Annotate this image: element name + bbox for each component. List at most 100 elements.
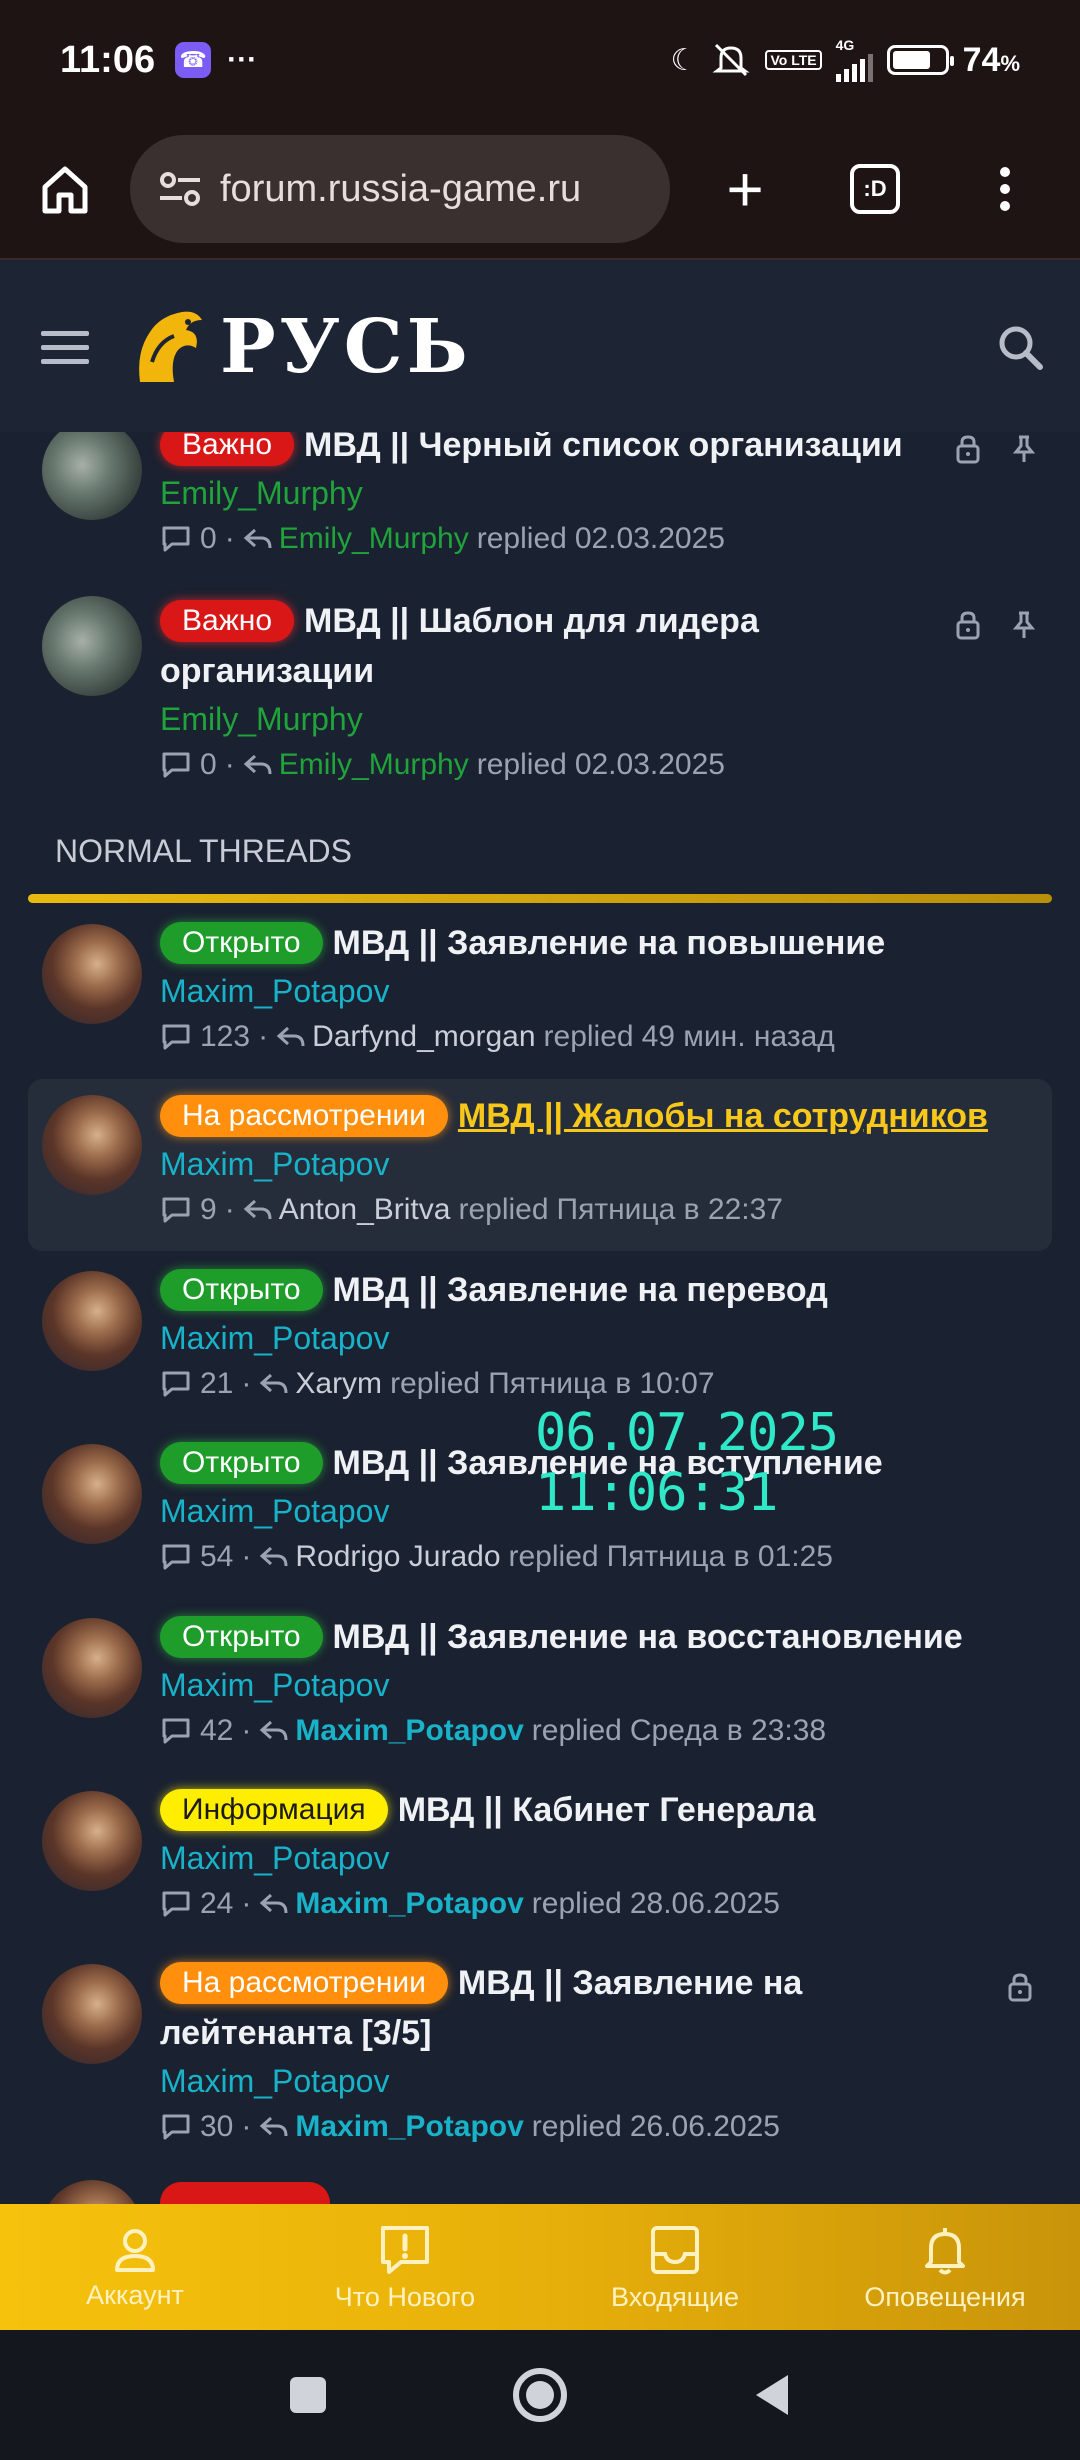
last-replier[interactable]: Rodrigo Jurado [295, 1534, 500, 1580]
reply-date[interactable]: Среда в 23:38 [630, 1708, 826, 1754]
last-replier[interactable]: Anton_Britva [279, 1187, 451, 1233]
alert-message-icon [381, 2225, 429, 2274]
mute-icon [712, 43, 750, 77]
thread-author[interactable]: Emily_Murphy [160, 696, 962, 742]
reply-count: 30 [200, 2110, 234, 2143]
back-icon[interactable] [750, 2371, 794, 2419]
lock-icon [956, 435, 980, 464]
section-divider [28, 894, 1052, 903]
thread-item[interactable]: Информация МВД || Кабинет Генерала Maxim_… [28, 1785, 1052, 1945]
battery-icon [886, 45, 954, 75]
sticky-thread[interactable]: Важно МВД || Шаблон для лидера организаци… [28, 596, 1052, 796]
reply-date[interactable]: Пятница в 01:25 [607, 1534, 833, 1580]
reply-date[interactable]: 02.03.2025 [575, 516, 725, 562]
avatar[interactable] [42, 1618, 142, 1718]
avatar[interactable] [42, 432, 142, 520]
avatar[interactable] [42, 2180, 142, 2204]
thread-author[interactable]: Maxim_Potapov [160, 1662, 1042, 1708]
sticky-thread[interactable]: Важно МВД || Черный список организации Em… [28, 432, 1052, 590]
reply-date[interactable]: 02.03.2025 [575, 742, 725, 788]
search-button[interactable] [960, 323, 1080, 371]
replies-icon [162, 1718, 190, 1744]
avatar[interactable] [42, 1791, 142, 1891]
thread-author[interactable]: Emily_Murphy [160, 470, 1042, 516]
thread-item[interactable]: Открыто МВД || Заявление на восстановлени… [28, 1612, 1052, 1772]
section-header: NORMAL THREADS [55, 833, 352, 869]
replied-label: replied [390, 1367, 481, 1400]
avatar[interactable] [42, 924, 142, 1024]
nav-notifications[interactable]: Оповещения [810, 2204, 1080, 2330]
reply-count: 0 [200, 748, 217, 781]
replies-icon [162, 526, 190, 552]
thread-title[interactable]: МВД || Черный список организации [304, 432, 903, 464]
thread-author[interactable]: Maxim_Potapov [160, 968, 1042, 1014]
replies-icon [162, 2114, 190, 2140]
avatar[interactable] [42, 1271, 142, 1371]
replied-label: replied [531, 1887, 622, 1920]
avatar[interactable] [42, 1444, 142, 1544]
status-badge [160, 2182, 330, 2204]
timestamp-overlay: 06.07.2025 11:06:31 [535, 1403, 839, 1523]
network-type: 4G [835, 37, 855, 53]
status-badge: На рассмотрении [160, 1095, 448, 1137]
avatar[interactable] [42, 1095, 142, 1195]
site-settings-icon[interactable] [152, 161, 208, 217]
last-replier[interactable]: Maxim_Potapov [295, 1708, 523, 1754]
reply-count: 54 [200, 1540, 234, 1573]
replies-icon [162, 752, 190, 778]
site-logo[interactable]: РУСЬ [130, 302, 472, 392]
browser-menu-button[interactable] [930, 167, 1080, 211]
reply-count: 42 [200, 1714, 234, 1747]
thread-item[interactable]: Открыто МВД || Заявление на повышение Max… [28, 918, 1052, 1078]
thread-item[interactable]: На рассмотрении МВД || Жалобы на сотрудни… [28, 1079, 1052, 1251]
recents-icon[interactable] [286, 2373, 330, 2417]
status-badge: Важно [160, 432, 295, 466]
address-bar[interactable]: forum.russia-game.ru [130, 135, 670, 243]
thread-item[interactable]: Открыто МВД || Заявление на перевод Maxim… [28, 1265, 1052, 1425]
thread-author[interactable]: Maxim_Potapov [160, 1835, 1042, 1881]
thread-author[interactable]: Maxim_Potapov [160, 1141, 1042, 1187]
home-nav-icon[interactable] [510, 2365, 570, 2425]
hamburger-menu-icon[interactable] [0, 330, 130, 364]
nav-inbox[interactable]: Входящие [540, 2204, 810, 2330]
nav-whats-new[interactable]: Что Нового [270, 2204, 540, 2330]
reply-date[interactable]: 28.06.2025 [630, 1881, 780, 1927]
thread-author[interactable]: Maxim_Potapov [160, 1315, 1042, 1361]
last-replier[interactable]: Emily_Murphy [279, 516, 469, 562]
status-badge: На рассмотрении [160, 1962, 448, 2004]
avatar[interactable] [42, 596, 142, 696]
reply-date[interactable]: Пятница в 22:37 [557, 1187, 783, 1233]
lock-icon [1008, 1973, 1032, 2002]
reply-date[interactable]: 26.06.2025 [630, 2104, 780, 2150]
replied-label: replied [476, 522, 567, 555]
thread-title[interactable]: МВД || Заявление на восстановление [333, 1618, 963, 1656]
home-button[interactable] [0, 161, 130, 217]
new-tab-button[interactable]: + [670, 152, 820, 226]
avatar[interactable] [42, 1964, 142, 2064]
bottom-navigation: Аккаунт Что Нового Входящие Оповещения [0, 2204, 1080, 2330]
thread-title[interactable]: МВД || Кабинет Генерала [398, 1791, 816, 1829]
last-replier[interactable]: Xarym [295, 1361, 382, 1407]
last-replier[interactable]: Darfynd_morgan [312, 1014, 535, 1060]
nav-account[interactable]: Аккаунт [0, 2204, 270, 2330]
reply-arrow-icon [243, 754, 272, 775]
status-bar: 11:06 ☎ ··· ☾ Vo LTE 4G 74% [0, 0, 1080, 120]
thread-author[interactable]: Maxim_Potapov [160, 2058, 962, 2104]
last-replier[interactable]: Maxim_Potapov [295, 1881, 523, 1927]
reply-date[interactable]: Пятница в 10:07 [488, 1361, 714, 1407]
thread-item-partial[interactable] [28, 2174, 1052, 2204]
status-time: 11:06 [60, 38, 156, 81]
more-notifications-icon: ··· [227, 43, 258, 76]
search-icon [999, 326, 1043, 370]
replies-icon [162, 1197, 190, 1223]
reply-arrow-icon [260, 1546, 288, 1567]
reply-date[interactable]: 49 мин. назад [642, 1014, 835, 1060]
thread-item[interactable]: На рассмотрении МВД || Заявление на лейте… [28, 1958, 1052, 2168]
thread-title[interactable]: МВД || Заявление на перевод [333, 1271, 828, 1309]
last-replier[interactable]: Maxim_Potapov [295, 2104, 523, 2150]
last-replier[interactable]: Emily_Murphy [279, 742, 469, 788]
status-badge: Открыто [160, 1269, 323, 1311]
thread-title[interactable]: МВД || Жалобы на сотрудников [458, 1097, 988, 1135]
thread-title[interactable]: МВД || Заявление на повышение [333, 924, 886, 962]
tab-switcher-button[interactable]: :D [820, 164, 930, 214]
